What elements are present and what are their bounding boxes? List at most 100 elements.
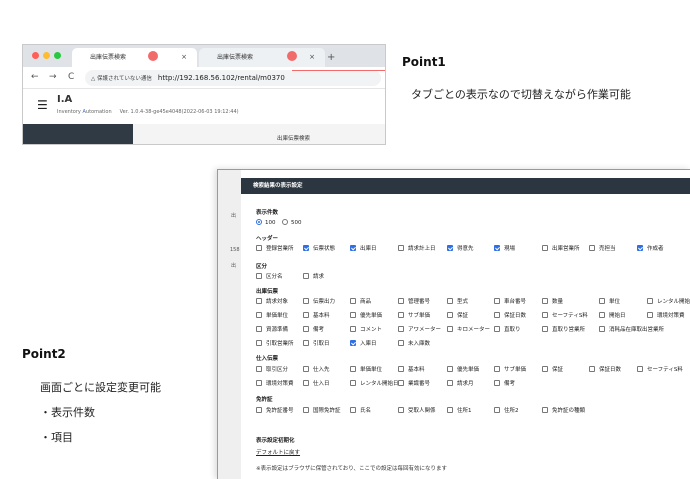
column-checkbox-option[interactable]: レンタル開始日: [350, 380, 399, 388]
column-checkbox-option[interactable]: キロメーター: [447, 326, 490, 334]
checkbox[interactable]: [256, 298, 262, 304]
checkbox[interactable]: [494, 298, 500, 304]
minimize-window-dot-icon[interactable]: [43, 52, 50, 59]
checkbox[interactable]: [589, 366, 595, 372]
column-checkbox-option[interactable]: 保証日数: [589, 366, 621, 374]
new-tab-button[interactable]: +: [327, 48, 335, 67]
column-checkbox-option[interactable]: サブ単価: [398, 312, 430, 320]
radio-button[interactable]: [256, 219, 262, 225]
checkbox[interactable]: [350, 340, 356, 346]
checkbox[interactable]: [303, 380, 309, 386]
column-checkbox-option[interactable]: 数量: [542, 298, 563, 306]
column-checkbox-option[interactable]: 仕入先: [303, 366, 330, 374]
checkbox[interactable]: [447, 326, 453, 332]
checkbox[interactable]: [542, 245, 548, 251]
column-checkbox-option[interactable]: 直取り: [494, 326, 521, 334]
column-checkbox-option[interactable]: 出庫日: [350, 245, 377, 253]
checkbox[interactable]: [303, 273, 309, 279]
checkbox[interactable]: [599, 326, 605, 332]
security-warning[interactable]: △ 保護されていない通信: [91, 76, 152, 82]
checkbox[interactable]: [303, 312, 309, 318]
column-checkbox-option[interactable]: 免許証の種類: [542, 407, 585, 415]
checkbox[interactable]: [647, 298, 653, 304]
column-checkbox-option[interactable]: 優先単価: [447, 366, 479, 374]
column-checkbox-option[interactable]: サブ単価: [494, 366, 526, 374]
checkbox[interactable]: [398, 340, 404, 346]
back-icon[interactable]: ←: [31, 72, 39, 82]
checkbox[interactable]: [647, 312, 653, 318]
column-checkbox-option[interactable]: 取引区分: [256, 366, 288, 374]
column-checkbox-option[interactable]: 住所1: [447, 407, 472, 415]
radio-button[interactable]: [282, 219, 288, 225]
column-checkbox-option[interactable]: 備考: [494, 380, 515, 388]
column-checkbox-option[interactable]: 引取日: [303, 340, 330, 348]
checkbox[interactable]: [398, 380, 404, 386]
column-checkbox-option[interactable]: 保証: [447, 312, 468, 320]
column-checkbox-option[interactable]: 現場: [494, 245, 515, 253]
checkbox[interactable]: [494, 312, 500, 318]
checkbox[interactable]: [350, 380, 356, 386]
column-checkbox-option[interactable]: 引取営業所: [256, 340, 294, 348]
column-checkbox-option[interactable]: 管理番号: [398, 298, 430, 306]
checkbox[interactable]: [447, 366, 453, 372]
column-checkbox-option[interactable]: 環境対策費: [647, 312, 685, 320]
column-checkbox-option[interactable]: 請求対象: [256, 298, 288, 306]
url-field[interactable]: △ 保護されていない通信 http://192.168.56.102/renta…: [85, 70, 381, 86]
checkbox[interactable]: [256, 326, 262, 332]
column-checkbox-option[interactable]: アワメーター: [398, 326, 441, 334]
checkbox[interactable]: [303, 407, 309, 413]
checkbox[interactable]: [350, 366, 356, 372]
checkbox[interactable]: [447, 312, 453, 318]
column-checkbox-option[interactable]: 未入庫数: [398, 340, 430, 348]
checkbox[interactable]: [637, 366, 643, 372]
column-checkbox-option[interactable]: セーフティS料: [542, 312, 588, 320]
checkbox[interactable]: [494, 326, 500, 332]
checkbox[interactable]: [542, 298, 548, 304]
column-checkbox-option[interactable]: 単価単位: [256, 312, 288, 320]
tab-close-icon[interactable]: ×: [181, 48, 187, 67]
column-checkbox-option[interactable]: 業識番号: [398, 380, 430, 388]
close-window-dot-icon[interactable]: [32, 52, 39, 59]
checkbox[interactable]: [256, 366, 262, 372]
checkbox[interactable]: [589, 245, 595, 251]
column-checkbox-option[interactable]: 優先単価: [350, 312, 382, 320]
checkbox[interactable]: [398, 366, 404, 372]
tab-active[interactable]: 出庫伝票検索 ×: [72, 48, 197, 67]
checkbox[interactable]: [303, 340, 309, 346]
column-checkbox-option[interactable]: 基本料: [303, 312, 330, 320]
column-checkbox-option[interactable]: 仕入日: [303, 380, 330, 388]
column-checkbox-option[interactable]: 備考: [303, 326, 324, 334]
checkbox[interactable]: [303, 245, 309, 251]
tab-close-icon[interactable]: ×: [309, 48, 315, 67]
checkbox[interactable]: [447, 245, 453, 251]
column-checkbox-option[interactable]: 請求計上日: [398, 245, 436, 253]
checkbox[interactable]: [494, 245, 500, 251]
checkbox[interactable]: [637, 245, 643, 251]
column-checkbox-option[interactable]: レンタル開始日: [647, 298, 690, 306]
column-checkbox-option[interactable]: 消耗品在庫取出営業所: [599, 326, 664, 334]
checkbox[interactable]: [350, 245, 356, 251]
checkbox[interactable]: [350, 407, 356, 413]
column-checkbox-option[interactable]: 出庫営業所: [542, 245, 580, 253]
checkbox[interactable]: [398, 407, 404, 413]
column-checkbox-option[interactable]: 受取人関係: [398, 407, 436, 415]
checkbox[interactable]: [542, 326, 548, 332]
column-checkbox-option[interactable]: 得意先: [447, 245, 474, 253]
checkbox[interactable]: [398, 298, 404, 304]
checkbox[interactable]: [398, 312, 404, 318]
count-radio-option[interactable]: 100: [256, 219, 276, 227]
column-checkbox-option[interactable]: 入庫日: [350, 340, 377, 348]
checkbox[interactable]: [494, 366, 500, 372]
checkbox[interactable]: [350, 298, 356, 304]
checkbox[interactable]: [256, 312, 262, 318]
column-checkbox-option[interactable]: 直取り営業所: [542, 326, 585, 334]
checkbox[interactable]: [256, 340, 262, 346]
column-checkbox-option[interactable]: 伝票状態: [303, 245, 335, 253]
menu-icon[interactable]: ☰: [37, 98, 48, 112]
checkbox[interactable]: [256, 407, 262, 413]
checkbox[interactable]: [447, 407, 453, 413]
checkbox[interactable]: [256, 245, 262, 251]
checkbox[interactable]: [494, 407, 500, 413]
checkbox[interactable]: [447, 298, 453, 304]
count-radio-option[interactable]: 500: [282, 219, 302, 227]
